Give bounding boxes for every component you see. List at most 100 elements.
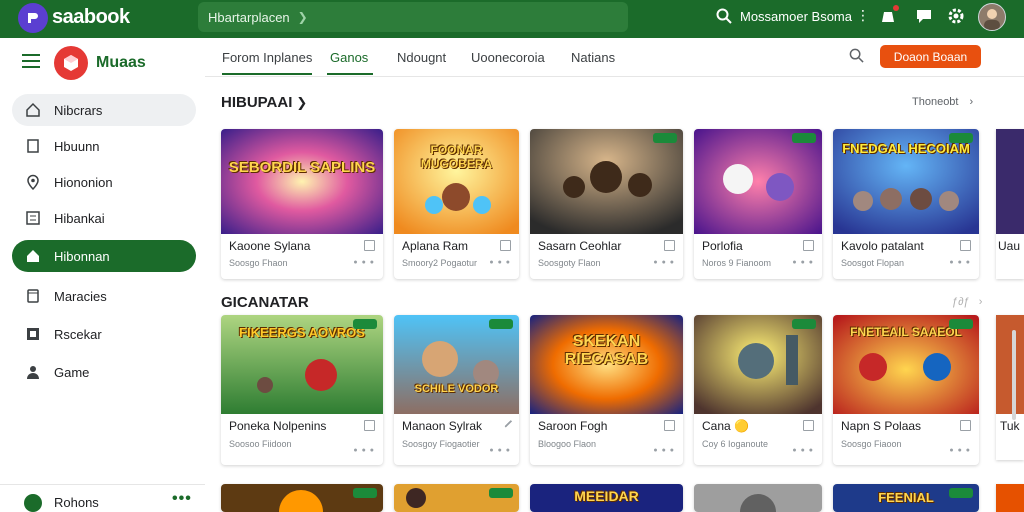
chat-icon[interactable] xyxy=(914,6,934,26)
game-subtitle: Soosgoy Fiogaotier xyxy=(402,439,480,449)
sidebar-item-6[interactable]: Rscekar xyxy=(12,318,196,350)
thumbnail-caption: SKEKAN RIECASAB xyxy=(564,333,649,368)
game-subtitle: Smoory2 Pogaotur xyxy=(402,258,478,268)
bookmark-icon[interactable] xyxy=(664,420,675,431)
game-thumbnail: FOONAR MUGOBERA xyxy=(394,129,519,234)
tab-4[interactable]: Natians xyxy=(571,50,615,65)
game-card[interactable]: Porlofia Noros 9 Fianoom ● ● ● xyxy=(694,129,822,279)
sidebar-item-label: Rscekar xyxy=(54,326,102,342)
bookmark-icon[interactable] xyxy=(960,420,971,431)
gear-icon[interactable] xyxy=(946,6,966,26)
edit-icon[interactable] xyxy=(504,419,514,430)
search-query: Hbartarplacen xyxy=(208,9,290,25)
thumbnail-caption: SEBORDIL SAPLINS xyxy=(228,159,376,176)
rating-icon: ● ● ● xyxy=(949,259,971,266)
person-icon xyxy=(24,363,42,381)
more-horiz-icon[interactable]: ••• xyxy=(172,490,192,508)
chevron-right-icon: › xyxy=(969,96,974,108)
sidebar-item-1[interactable]: Hbuunn xyxy=(12,130,196,162)
sidebar-item-label: Hibonnan xyxy=(54,248,110,264)
footer-avatar[interactable] xyxy=(24,494,42,512)
app-name: saabook xyxy=(52,6,130,28)
bookmark-icon[interactable] xyxy=(803,240,814,251)
bookmark-icon[interactable] xyxy=(364,420,375,431)
game-thumbnail xyxy=(996,315,1024,414)
home-outline-icon xyxy=(24,101,42,119)
bookmark-icon[interactable] xyxy=(364,240,375,251)
game-thumbnail: FIKEERGS AOVROS xyxy=(221,315,383,414)
section-title[interactable]: HIBUPAAI ❯ xyxy=(221,94,307,111)
game-subtitle: Bloogoo Flaon xyxy=(538,439,597,449)
d-box-icon xyxy=(24,325,42,343)
game-card[interactable]: Sasarn Ceohlar Soosgoty Flaon ● ● ● xyxy=(530,129,683,279)
chevron-right-icon: ❯ xyxy=(296,95,308,110)
game-card[interactable]: FNEDGAL HECOIAM Kavolo patalant Soosgot … xyxy=(833,129,979,279)
cube-icon xyxy=(64,55,78,71)
game-card[interactable]: SEBORDIL SAPLINS Kaoone Sylana Soosgo Fh… xyxy=(221,129,383,279)
status-badge xyxy=(653,133,677,143)
sidebar-item-5[interactable]: Maracies xyxy=(12,280,196,312)
scrollbar[interactable] xyxy=(1012,330,1016,420)
see-all-link[interactable]: ƒ∂ƒ › xyxy=(952,296,982,308)
sidebar-item-4[interactable]: Hibonnan xyxy=(12,240,196,272)
game-card[interactable] xyxy=(221,484,383,512)
bookmark-icon[interactable] xyxy=(803,420,814,431)
game-card[interactable] xyxy=(694,484,822,512)
section-title[interactable]: GICANATAR xyxy=(221,294,309,311)
avatar[interactable] xyxy=(978,3,1006,31)
tab-0[interactable]: Forom Inplanes xyxy=(222,50,312,65)
sidebar-item-7[interactable]: Game xyxy=(12,356,196,388)
brand-logo[interactable] xyxy=(54,46,88,80)
game-thumbnail: FNEDGAL HECOIAM xyxy=(833,129,979,234)
rating-icon: ● ● ● xyxy=(353,447,375,454)
menu-icon[interactable] xyxy=(22,54,40,68)
footer-label[interactable]: Rohons xyxy=(54,495,99,510)
account-label[interactable]: Mossamoer Bsoma xyxy=(740,9,852,24)
status-badge xyxy=(949,319,973,329)
game-card[interactable]: Cana 🟡 Coy 6 Ioganoute ● ● ● xyxy=(694,315,822,465)
sidebar-item-2[interactable]: Hiononion xyxy=(12,166,196,198)
status-badge xyxy=(949,488,973,498)
game-subtitle: Soosgoty Flaon xyxy=(538,258,601,268)
tab-2[interactable]: Ndougnt xyxy=(397,50,446,65)
sidebar-item-label: Nibcrars xyxy=(54,102,103,118)
tab-1[interactable]: Ganos xyxy=(330,50,368,65)
thumbnail-caption: FOONAR MUGOBERA xyxy=(420,143,493,171)
game-card[interactable]: FOONAR MUGOBERA Aplana Ram Smoory2 Pogao… xyxy=(394,129,519,279)
game-card[interactable]: FIKEERGS AOVROS Poneka Nolpenins Soosoo … xyxy=(221,315,383,465)
sidebar: Muaas Nibcrars Hbuunn Hiononion Hibankai… xyxy=(0,38,205,512)
rating-icon: ● ● ● xyxy=(653,259,675,266)
search-icon[interactable] xyxy=(849,48,864,63)
search-input[interactable]: Hbartarplacen ❯ xyxy=(198,2,628,32)
tablet-icon xyxy=(24,287,42,305)
game-card[interactable]: FNETEAIL SAAEOL Napn S Polaas Soosgo Fia… xyxy=(833,315,979,465)
game-card-peek[interactable]: Uau xyxy=(996,129,1024,279)
bookmark-icon[interactable] xyxy=(664,240,675,251)
location-icon xyxy=(24,173,42,191)
see-all-link[interactable]: Thoneobt › xyxy=(912,96,973,108)
primary-action-button[interactable]: Doaon Boaan xyxy=(880,45,981,68)
chevron-right-icon: › xyxy=(978,296,983,308)
status-badge xyxy=(489,488,513,498)
game-card[interactable]: SCHILE VODOR Manaon Sylrak Soosgoy Fioga… xyxy=(394,315,519,465)
game-card[interactable] xyxy=(394,484,519,512)
sidebar-item-3[interactable]: Hibankai xyxy=(12,202,196,234)
more-vert-icon[interactable]: ⋮ xyxy=(856,7,870,24)
chevron-right-icon: ❯ xyxy=(297,10,308,24)
bookmark-icon[interactable] xyxy=(960,240,971,251)
game-thumbnail xyxy=(694,315,822,414)
game-card[interactable]: FEENIAL xyxy=(833,484,979,512)
tab-3[interactable]: Uoonecoroia xyxy=(471,50,545,65)
game-subtitle: Soosgo Fhaon xyxy=(229,258,288,268)
thumbnail-caption: SCHILE VODOR xyxy=(414,383,499,395)
notification-badge xyxy=(893,5,899,11)
bookmark-icon[interactable] xyxy=(500,240,511,251)
game-card[interactable]: SKEKAN RIECASAB Saroon Fogh Bloogoo Flao… xyxy=(530,315,683,465)
game-card-peek[interactable] xyxy=(996,484,1024,512)
status-badge xyxy=(792,133,816,143)
search-icon[interactable] xyxy=(716,8,732,24)
game-card[interactable]: MEEIDAR xyxy=(530,484,683,512)
game-card-peek[interactable]: Tuk xyxy=(996,315,1024,460)
app-logo[interactable] xyxy=(18,3,48,33)
sidebar-item-0[interactable]: Nibcrars xyxy=(12,94,196,126)
